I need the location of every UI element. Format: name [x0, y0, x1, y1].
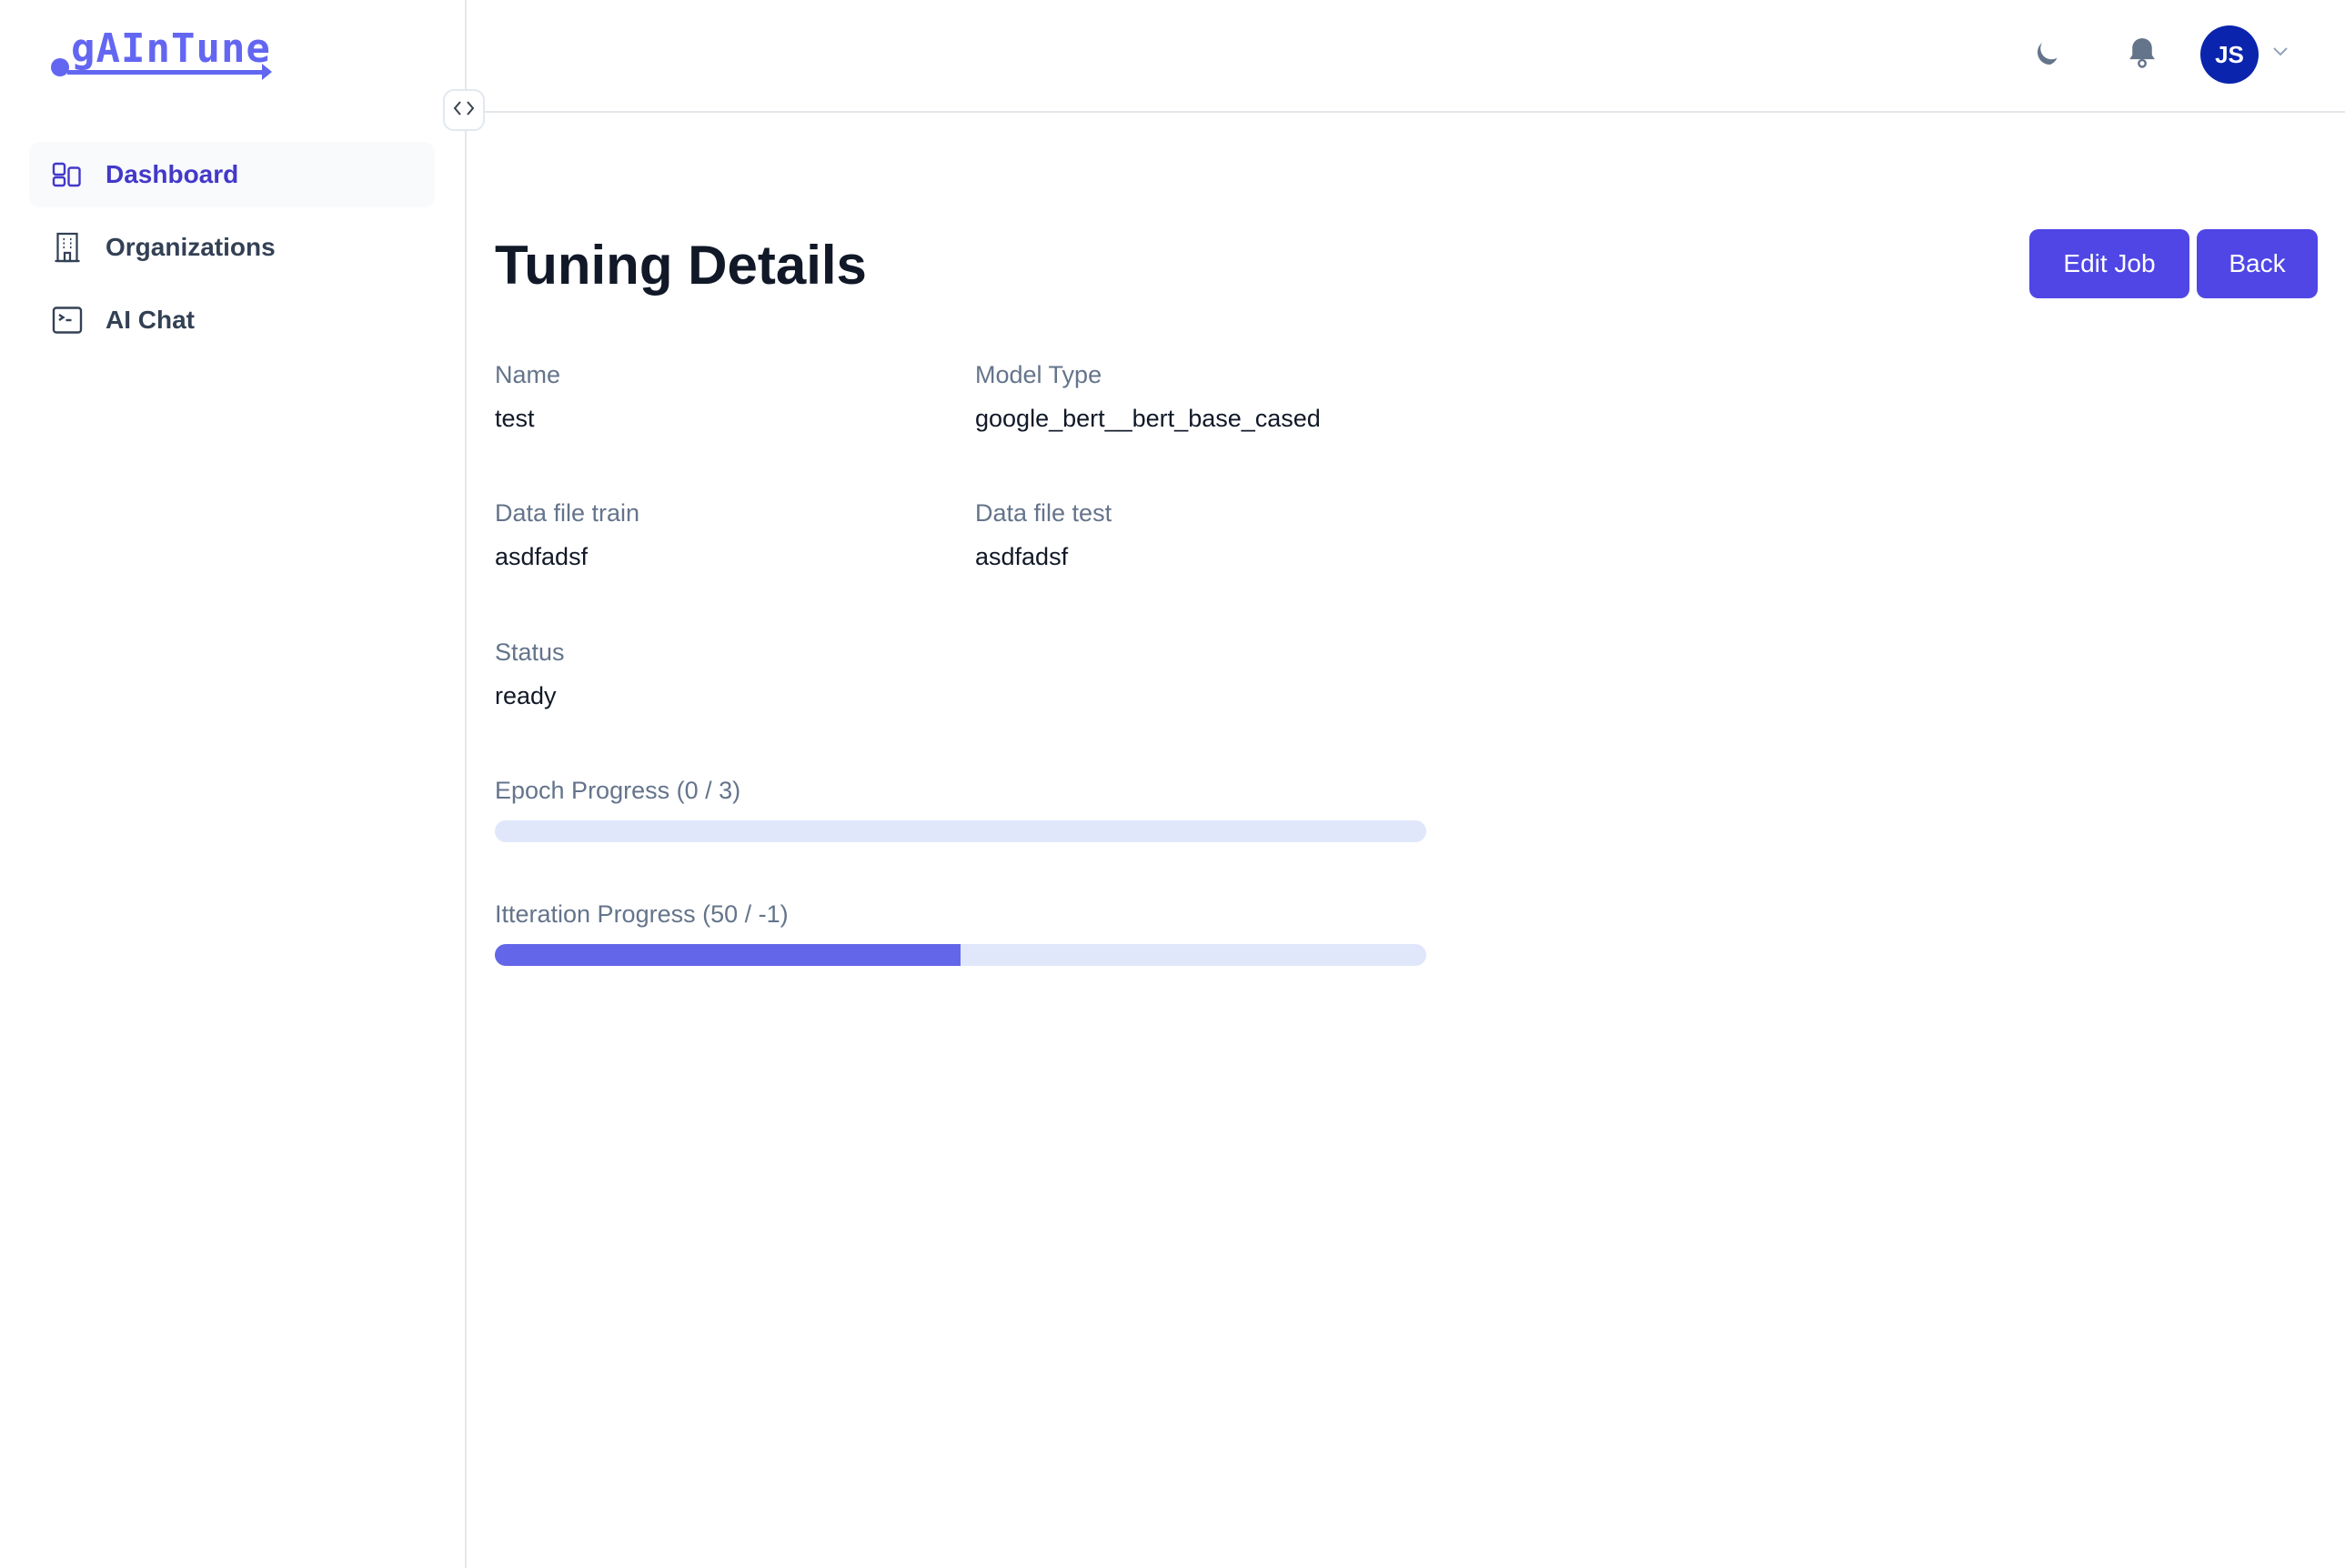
- theme-toggle-button[interactable]: [2027, 35, 2068, 76]
- sidebar-item-label: AI Chat: [106, 306, 195, 334]
- app-window: gAInTune Dashboard Organizations AI Chat…: [0, 0, 2345, 1568]
- field-data-file-train: Data file train asdfadsf: [495, 498, 639, 572]
- sidebar-item-label: Dashboard: [106, 160, 239, 188]
- notifications-button[interactable]: [2121, 35, 2163, 76]
- page-title: Tuning Details: [495, 235, 867, 296]
- epoch-progress: Epoch Progress (0 / 3): [495, 775, 1426, 842]
- edit-job-button[interactable]: Edit Job: [2029, 229, 2189, 298]
- progress-fill: [495, 944, 961, 966]
- back-button[interactable]: Back: [2197, 229, 2318, 298]
- code-brackets-icon: [452, 99, 476, 122]
- sidebar-item-ai-chat[interactable]: AI Chat: [29, 287, 435, 353]
- iteration-progress: Itteration Progress (50 / -1): [495, 899, 1426, 966]
- field-status: Status ready: [495, 637, 565, 711]
- field-value: test: [495, 405, 535, 432]
- field-value: asdfadsf: [495, 543, 589, 570]
- progress-label: Itteration Progress (50 / -1): [495, 900, 789, 928]
- app-logo[interactable]: gAInTune: [51, 25, 278, 80]
- field-label: Model Type: [975, 361, 1102, 388]
- field-value: ready: [495, 682, 557, 709]
- terminal-icon: [51, 304, 84, 337]
- sidebar: gAInTune Dashboard Organizations AI Chat: [0, 0, 467, 1568]
- field-value: asdfadsf: [975, 543, 1069, 570]
- field-data-file-test: Data file test asdfadsf: [975, 498, 1112, 572]
- user-initials: JS: [2215, 40, 2244, 68]
- field-label: Name: [495, 361, 561, 388]
- sidebar-toggle-button[interactable]: [443, 89, 485, 131]
- field-label: Status: [495, 638, 565, 666]
- sidebar-item-organizations[interactable]: Organizations: [29, 215, 435, 280]
- moon-icon: [2031, 37, 2064, 75]
- chevron-down-icon[interactable]: [2271, 45, 2290, 63]
- field-label: Data file train: [495, 499, 640, 527]
- progress-track: [495, 820, 1426, 842]
- progress-label: Epoch Progress (0 / 3): [495, 777, 741, 804]
- field-label: Data file test: [975, 499, 1112, 527]
- sidebar-nav: Dashboard Organizations AI Chat: [29, 142, 435, 360]
- sidebar-item-dashboard[interactable]: Dashboard: [29, 142, 435, 207]
- building-icon: [51, 231, 84, 264]
- field-value: google_bert__bert_base_cased: [975, 405, 1321, 432]
- user-avatar[interactable]: JS: [2200, 25, 2259, 84]
- field-name: Name test: [495, 359, 560, 434]
- bell-icon: [2125, 35, 2159, 76]
- progress-track: [495, 944, 1426, 966]
- field-model-type: Model Type google_bert__bert_base_cased: [975, 359, 1321, 434]
- sidebar-item-label: Organizations: [106, 233, 276, 261]
- dashboard-icon: [51, 158, 84, 191]
- logo-text: gAInTune: [71, 25, 271, 72]
- logo-dot: [51, 58, 69, 76]
